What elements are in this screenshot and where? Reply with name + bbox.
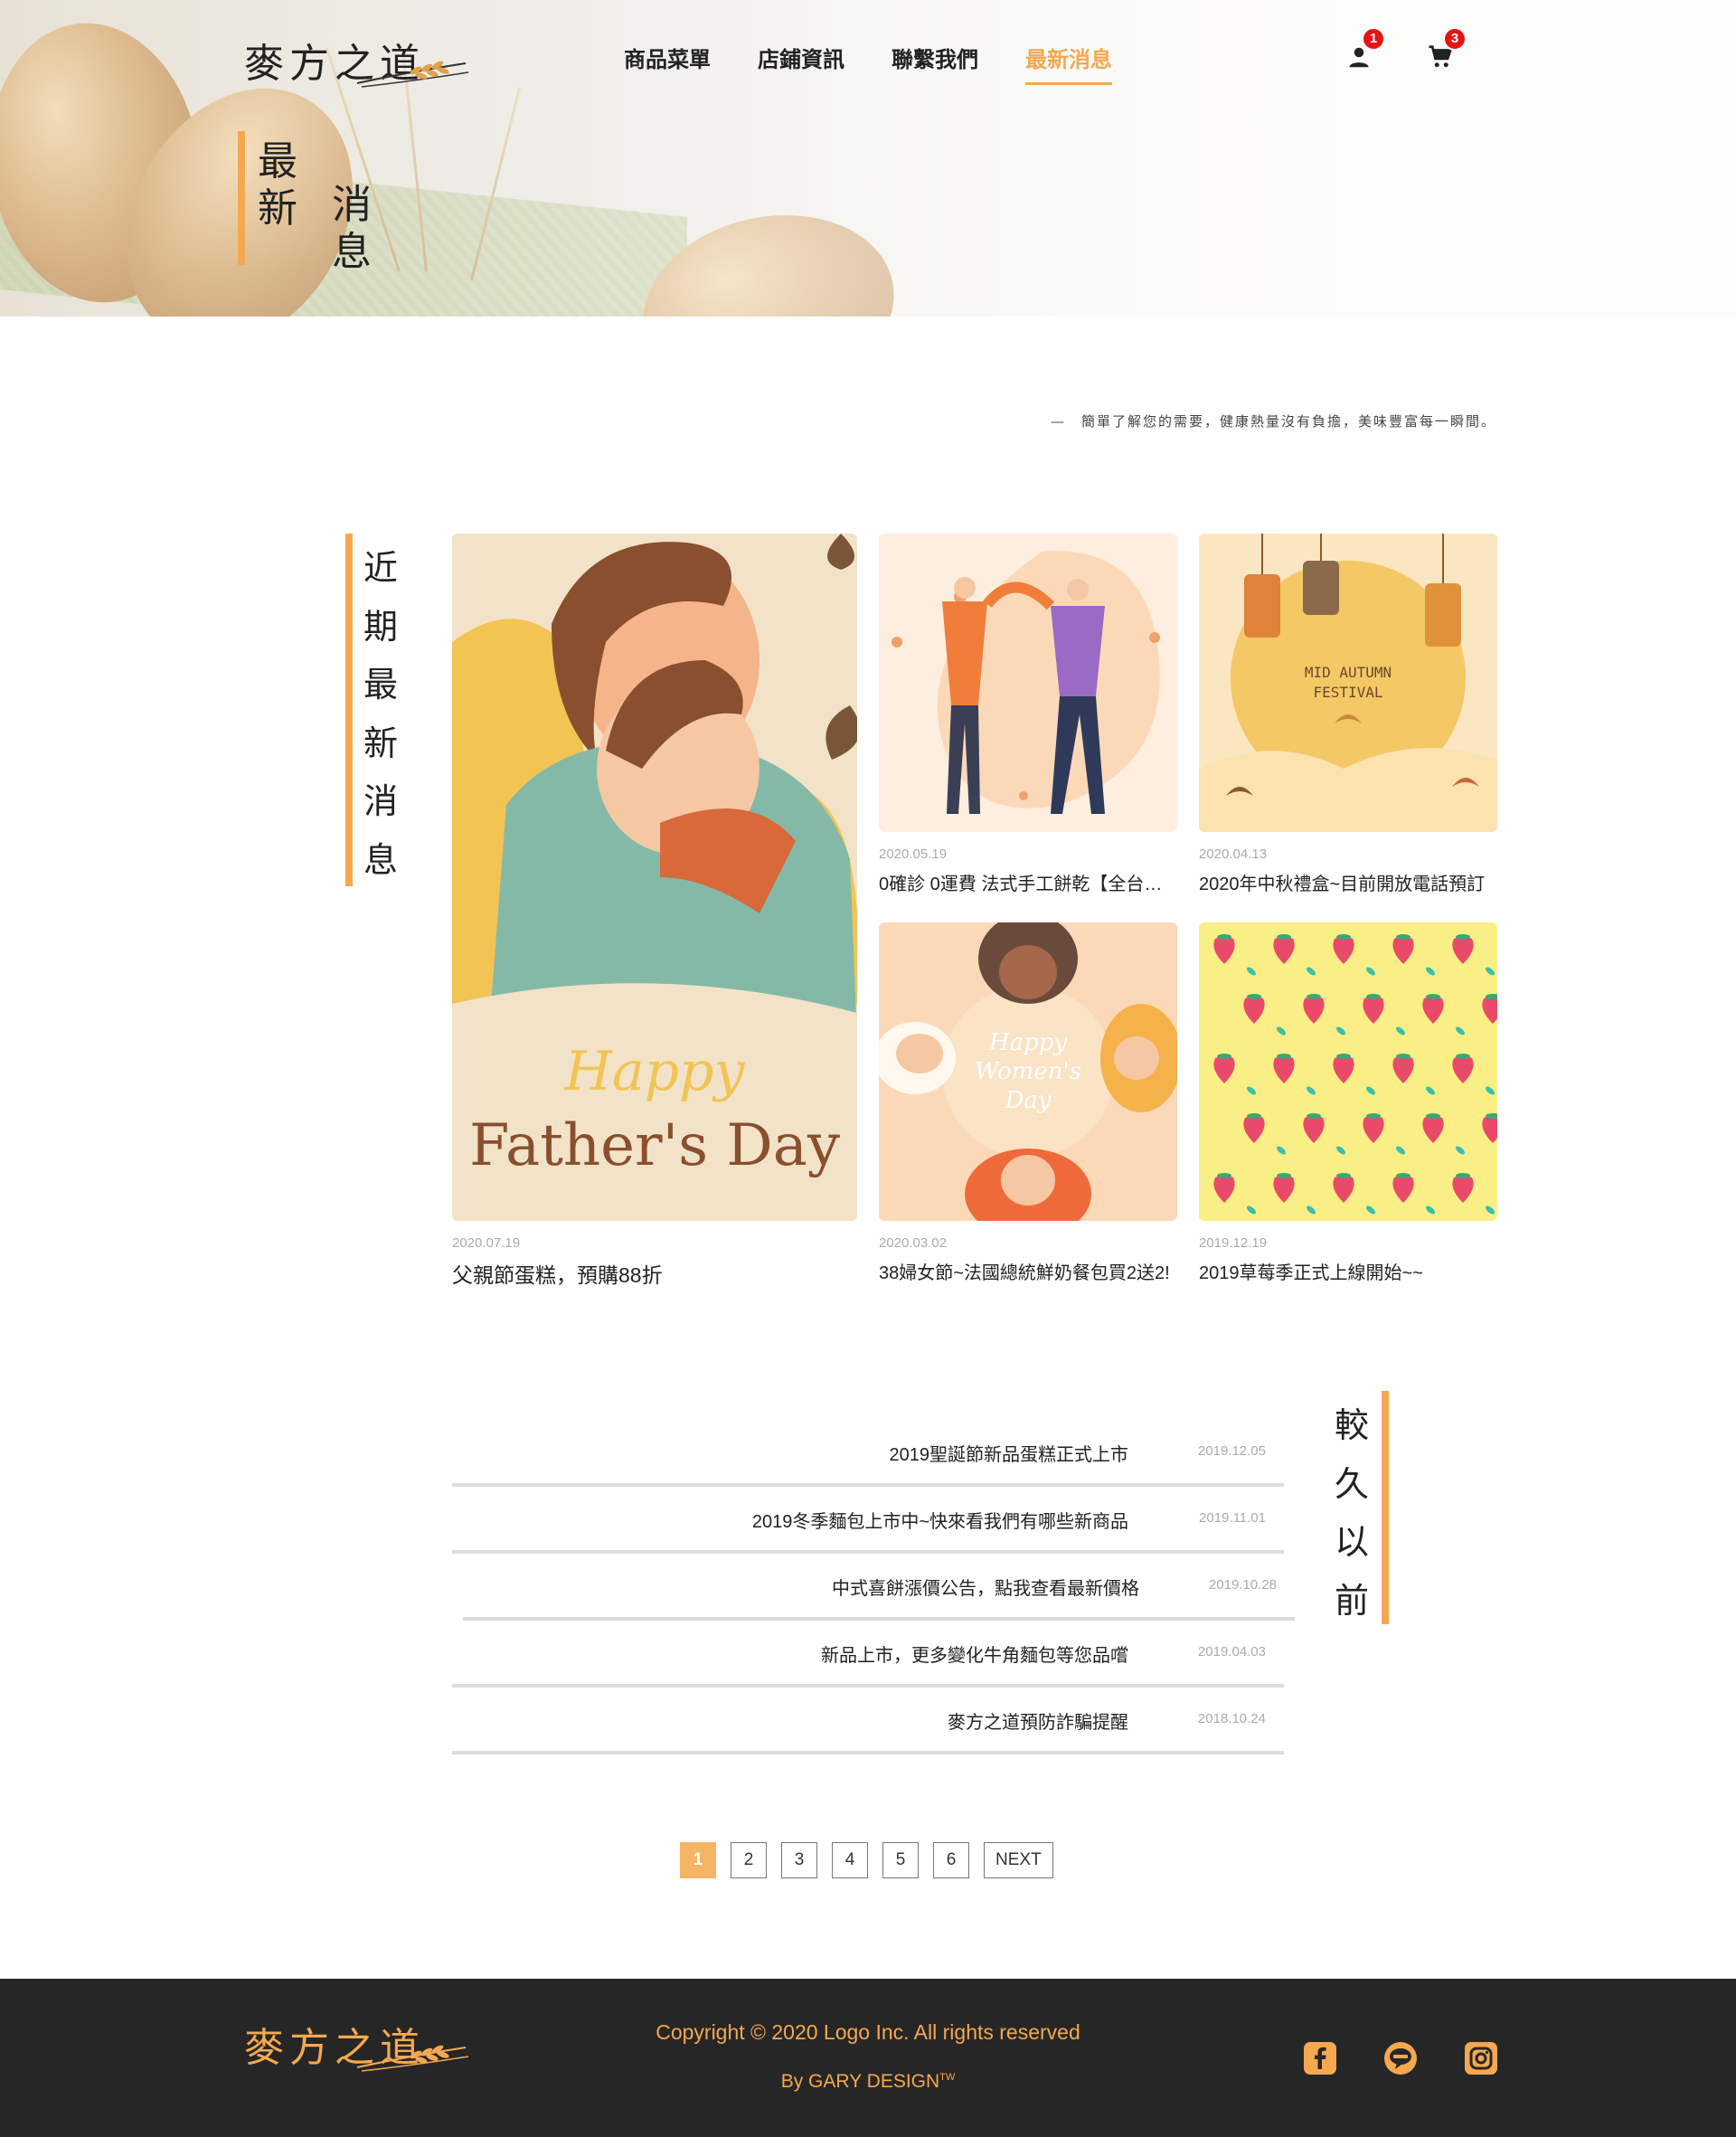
older-news-date: 2019.12.05 — [1197, 1443, 1266, 1459]
nav-item-news[interactable]: 最新消息 — [1025, 42, 1112, 85]
news-date: 2020.07.19 — [452, 1235, 521, 1251]
older-news-list: 2019聖誕節新品蛋糕正式上市 2019.12.05 2019冬季麵包上市中~快… — [452, 1420, 1295, 1754]
page-button-5[interactable]: 5 — [882, 1842, 919, 1878]
older-section-title: 較 久 以 前 — [1335, 1396, 1369, 1630]
older-news-date: 2019.11.01 — [1199, 1510, 1266, 1526]
page-title: 最 新 消 息 — [238, 131, 382, 312]
news-card-image: MID AUTUMN FESTIVAL — [1199, 534, 1497, 832]
news-title: 2019草莓季正式上線開始~~ — [1199, 1263, 1423, 1283]
nav-item-store-info[interactable]: 店鋪資訊 — [758, 42, 844, 85]
section-title-char: 以 — [1335, 1522, 1370, 1563]
nav-item-menu[interactable]: 商品菜單 — [624, 42, 711, 85]
news-card-image: Happy Father's Day — [452, 534, 857, 1221]
next-page-button[interactable]: NEXT — [984, 1842, 1053, 1878]
instagram-icon[interactable] — [1465, 2042, 1497, 2075]
news-date: 2020.03.02 — [879, 1235, 948, 1251]
image-caption-text: FESTIVAL — [1313, 684, 1383, 701]
older-news-title: 2019聖誕節新品蛋糕正式上市 — [889, 1445, 1129, 1465]
older-news-title: 2019冬季麵包上市中~快來看我們有哪些新商品 — [751, 1512, 1128, 1532]
news-date: 2020.05.19 — [879, 846, 948, 862]
list-item[interactable]: 2019冬季麵包上市中~快來看我們有哪些新商品 2019.11.01 — [452, 1487, 1284, 1554]
page-title-char: 消 — [332, 182, 372, 228]
strawberry-pattern — [1213, 934, 1497, 1215]
page-button-6[interactable]: 6 — [933, 1842, 969, 1878]
cart-badge: 3 — [1443, 27, 1467, 51]
news-title: 0確診 0運費 法式手工餅乾【全台免運】 — [879, 875, 1177, 894]
older-news-title: 麥方之道預防詐騙提醒 — [948, 1713, 1128, 1733]
page-button-3[interactable]: 3 — [781, 1842, 817, 1878]
older-news-title: 新品上市，更多變化牛角麵包等您品嚐 — [821, 1646, 1128, 1666]
page-title-char: 新 — [258, 184, 297, 232]
older-news-title: 中式喜餅漲價公告，點我查看最新價格 — [832, 1579, 1139, 1599]
section-title-char: 前 — [1335, 1580, 1370, 1621]
page-title-char: 息 — [332, 228, 372, 275]
image-caption-text: Happy — [564, 1040, 745, 1103]
credit-tm: TW — [939, 2072, 956, 2083]
news-title: 父親節蛋糕，預購88折 — [452, 1263, 663, 1287]
page-title-col2: 消 息 — [332, 182, 372, 276]
line-icon[interactable] — [1384, 2042, 1417, 2075]
footer: 麥方之道 Copyright © 2020 Logo Inc. All righ… — [0, 1979, 1736, 2137]
hero-banner: 麥方之道 商品菜單 店鋪資訊 聯繫我們 最新消息 1 3 最 新 消 息 — [0, 0, 1736, 317]
wheat-logo-icon — [356, 61, 469, 88]
news-card-image: Happy Women's Day — [879, 922, 1177, 1221]
user-icon[interactable]: 1 — [1345, 27, 1385, 72]
title-accent-bar — [238, 131, 245, 265]
section-title-char: 最 — [363, 665, 399, 705]
news-title: 38婦女節~法國總統鮮奶餐包買2送2! — [879, 1263, 1170, 1283]
image-caption-text: MID AUTUMN — [1304, 664, 1392, 681]
section-accent-bar — [345, 534, 353, 886]
news-card-image — [879, 534, 1177, 832]
section-title-char: 息 — [363, 839, 399, 880]
recent-section-title: 近 期 最 新 消 息 — [363, 539, 398, 890]
cart-icon[interactable]: 3 — [1427, 27, 1467, 72]
news-date: 2019.12.19 — [1199, 1235, 1268, 1251]
page-title-char: 最 — [258, 138, 297, 184]
section-accent-bar — [1382, 1391, 1389, 1624]
section-title-char: 新 — [363, 723, 399, 763]
news-card[interactable]: Happy Women's Day 2020.03.02 38婦女節~法國總統鮮… — [879, 922, 1177, 1284]
main-nav: 商品菜單 店鋪資訊 聯繫我們 最新消息 — [624, 42, 1112, 85]
page-button-4[interactable]: 4 — [832, 1842, 868, 1878]
news-title: 2020年中秋禮盒~目前開放電話預訂 — [1199, 875, 1486, 894]
nav-item-contact[interactable]: 聯繫我們 — [892, 42, 978, 85]
section-title-char: 近 — [363, 548, 399, 588]
image-caption-text: Father's Day — [468, 1112, 841, 1179]
list-item[interactable]: 中式喜餅漲價公告，點我查看最新價格 2019.10.28 — [463, 1554, 1295, 1621]
page-button-1[interactable]: 1 — [680, 1842, 716, 1878]
user-badge: 1 — [1362, 27, 1385, 51]
site-logo[interactable]: 麥方之道 — [244, 27, 470, 99]
image-caption-text: Day — [1005, 1087, 1052, 1114]
facebook-icon[interactable] — [1304, 2042, 1336, 2075]
copyright-text: Copyright © 2020 Logo Inc. All rights re… — [656, 2020, 1080, 2044]
older-news-date: 2019.10.28 — [1208, 1577, 1277, 1593]
news-card-image — [1199, 922, 1497, 1221]
section-title-char: 期 — [363, 606, 399, 647]
news-card[interactable]: Happy Father's Day 2020.07.19 父親節蛋糕，預購88… — [452, 534, 857, 1289]
news-date: 2020.04.13 — [1199, 846, 1268, 862]
tagline: — 簡單了解您的需要，健康熱量沒有負擔，美味豐富每一瞬間。 — [1050, 413, 1496, 430]
list-item[interactable]: 麥方之道預防詐騙提醒 2018.10.24 — [452, 1688, 1284, 1754]
older-news-date: 2019.04.03 — [1197, 1644, 1266, 1659]
image-caption-text: Women's — [975, 1058, 1081, 1085]
section-title-char: 久 — [1335, 1463, 1370, 1504]
section-title-char: 消 — [363, 781, 399, 822]
list-item[interactable]: 新品上市，更多變化牛角麵包等您品嚐 2019.04.03 — [452, 1621, 1284, 1688]
credit-text: By GARY DESIGN — [780, 2071, 940, 2092]
list-item[interactable]: 2019聖誕節新品蛋糕正式上市 2019.12.05 — [452, 1420, 1284, 1487]
news-card[interactable]: 2019.12.19 2019草莓季正式上線開始~~ — [1199, 922, 1497, 1284]
page-button-2[interactable]: 2 — [731, 1842, 767, 1878]
news-card[interactable]: MID AUTUMN FESTIVAL 2020.04.13 2020年中秋禮盒… — [1199, 534, 1497, 895]
page-title-col1: 最 新 — [258, 138, 297, 232]
image-caption-text: Happy — [988, 1029, 1068, 1056]
section-title-char: 較 — [1335, 1405, 1370, 1445]
pagination: 1 2 3 4 5 6 NEXT — [680, 1842, 1053, 1878]
older-news-date: 2018.10.24 — [1197, 1711, 1266, 1726]
news-card[interactable]: 2020.05.19 0確診 0運費 法式手工餅乾【全台免運】 — [879, 534, 1177, 895]
